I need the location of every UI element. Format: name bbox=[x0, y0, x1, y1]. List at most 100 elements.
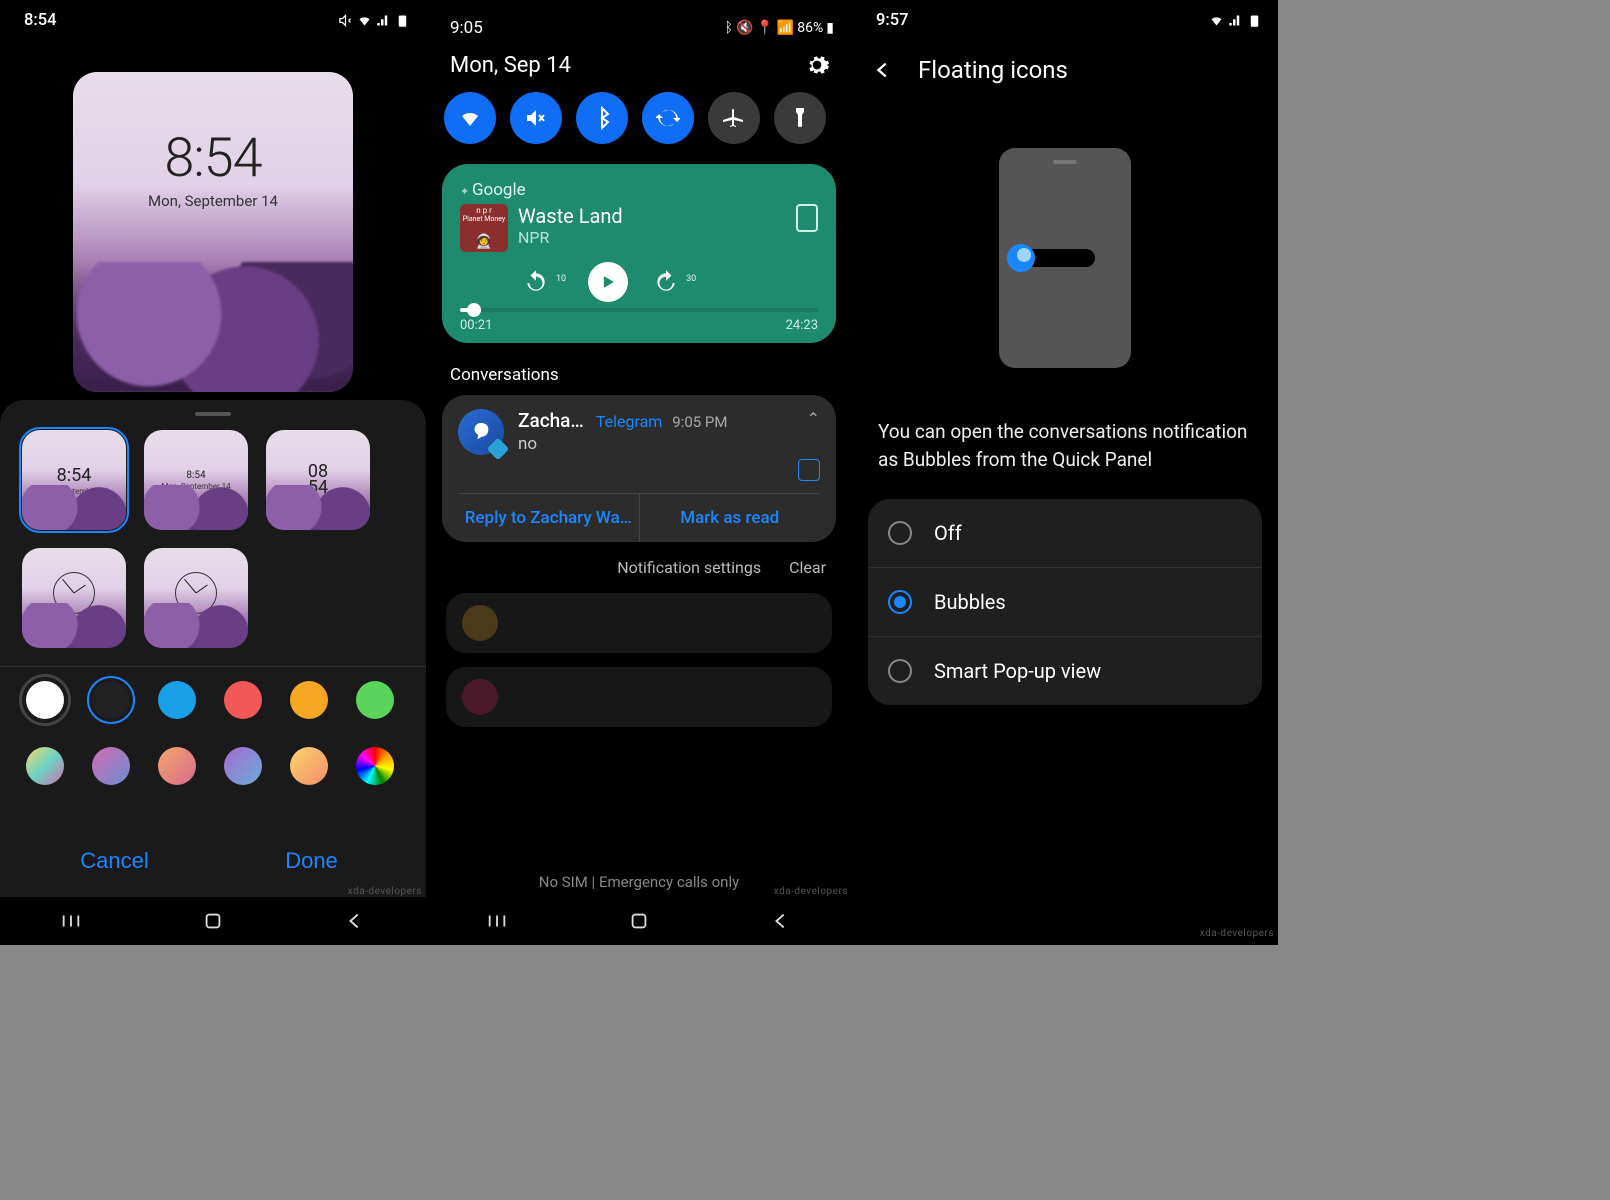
bluetooth-icon: ᛒ bbox=[725, 20, 733, 36]
cast-icon[interactable] bbox=[796, 204, 818, 232]
sheet-grabber[interactable] bbox=[195, 412, 231, 416]
clock-style-3[interactable]: 08 54 bbox=[266, 430, 370, 530]
media-source: Google bbox=[472, 180, 526, 200]
media-artwork: n p r Planet Money 🧑‍🚀 bbox=[460, 204, 508, 252]
lockscreen-preview: 8:54 Mon, September 14 bbox=[73, 72, 353, 392]
qs-autorotate[interactable] bbox=[642, 92, 694, 144]
swatch-gradient-5[interactable] bbox=[290, 747, 328, 785]
nav-bar bbox=[0, 897, 426, 945]
swatch-rainbow[interactable] bbox=[356, 747, 394, 785]
qs-flashlight[interactable] bbox=[774, 92, 826, 144]
status-time: 9:57 bbox=[876, 11, 908, 30]
swatch-red[interactable] bbox=[224, 681, 262, 719]
page-description: You can open the conversations notificat… bbox=[852, 418, 1278, 473]
conversation-notification[interactable]: Zacha… Telegram 9:05 PM no ⌃ Reply to Za… bbox=[442, 395, 836, 542]
home-button[interactable] bbox=[628, 910, 650, 932]
convo-contact: Zacha… bbox=[518, 409, 584, 432]
cancel-button[interactable]: Cancel bbox=[16, 825, 213, 897]
clock-style-sheet: 8:54 Mon, September 14 8:54 Mon, Septemb… bbox=[0, 400, 426, 897]
phone-notification-shade: 9:05 ᛒ 🔇 📍 📶 86% ▮ Mon, Sep 14 ✦ Google … bbox=[426, 0, 852, 945]
clock-style-2[interactable]: 8:54 Mon, September 14 bbox=[144, 430, 248, 530]
elapsed-time: 00:21 bbox=[460, 318, 492, 333]
status-bar: 9:57 bbox=[852, 0, 1278, 32]
option-off[interactable]: Off bbox=[868, 499, 1262, 568]
watermark: xda-developers bbox=[774, 886, 848, 897]
back-icon[interactable] bbox=[872, 59, 894, 81]
clock-style-1[interactable]: 8:54 Mon, September 14 bbox=[22, 430, 126, 530]
lock-date: Mon, September 14 bbox=[148, 192, 278, 210]
status-time: 8:54 bbox=[24, 11, 56, 30]
qs-bluetooth[interactable] bbox=[576, 92, 628, 144]
status-icons: ᛒ 🔇 📍 📶 86% ▮ bbox=[725, 18, 834, 38]
notification-settings-link[interactable]: Notification settings bbox=[617, 558, 761, 577]
qs-airplane[interactable] bbox=[708, 92, 760, 144]
clock-style-thumbs: 8:54 Mon, September 14 8:54 Mon, Septemb… bbox=[16, 430, 410, 648]
reply-button[interactable]: Reply to Zachary Wa… bbox=[458, 494, 640, 542]
location-icon: 📍 bbox=[756, 20, 773, 36]
convo-app: Telegram bbox=[596, 412, 662, 431]
color-swatches bbox=[16, 681, 410, 785]
swatch-gradient-1[interactable] bbox=[26, 747, 64, 785]
swatch-green[interactable] bbox=[356, 681, 394, 719]
status-time: 9:05 bbox=[450, 18, 483, 38]
battery-icon bbox=[395, 13, 410, 28]
rewind-button[interactable] bbox=[520, 266, 552, 298]
page-header: Floating icons bbox=[852, 32, 1278, 108]
media-progress[interactable] bbox=[460, 308, 818, 312]
signal-icon bbox=[1228, 13, 1243, 28]
radio-icon bbox=[888, 521, 912, 545]
swatch-white[interactable] bbox=[26, 681, 64, 719]
option-bubbles[interactable]: Bubbles bbox=[868, 568, 1262, 637]
convo-time: 9:05 PM bbox=[672, 413, 727, 431]
swatch-gradient-4[interactable] bbox=[224, 747, 262, 785]
chevron-up-icon[interactable]: ⌃ bbox=[807, 409, 820, 428]
settings-icon[interactable] bbox=[804, 52, 830, 78]
watermark: xda-developers bbox=[348, 886, 422, 897]
swatch-orange[interactable] bbox=[290, 681, 328, 719]
option-smart-popup[interactable]: Smart Pop-up view bbox=[868, 637, 1262, 705]
radio-icon bbox=[888, 590, 912, 614]
clear-button[interactable]: Clear bbox=[789, 558, 826, 577]
status-bar: 9:05 ᛒ 🔇 📍 📶 86% ▮ bbox=[426, 0, 852, 42]
mark-read-button[interactable]: Mark as read bbox=[640, 494, 821, 542]
phone-floating-icons: 9:57 Floating icons You can open the con… bbox=[852, 0, 1278, 945]
back-button[interactable] bbox=[344, 910, 366, 932]
swatch-gradient-3[interactable] bbox=[158, 747, 196, 785]
shade-date: Mon, Sep 14 bbox=[450, 53, 571, 78]
swatch-black[interactable] bbox=[92, 681, 130, 719]
radio-icon bbox=[888, 659, 912, 683]
bubbles-illustration bbox=[999, 148, 1131, 368]
nav-bar bbox=[426, 897, 852, 945]
shade-footer: Notification settings Clear bbox=[426, 542, 852, 593]
back-button[interactable] bbox=[770, 910, 792, 932]
wifi-icon bbox=[1209, 13, 1224, 28]
swatch-gradient-2[interactable] bbox=[92, 747, 130, 785]
status-icons bbox=[338, 13, 410, 28]
shade-header: Mon, Sep 14 bbox=[426, 42, 852, 92]
mute-icon bbox=[338, 13, 353, 28]
lock-time: 8:54 bbox=[164, 127, 261, 190]
dimmed-background bbox=[426, 593, 852, 727]
swatch-blue[interactable] bbox=[158, 681, 196, 719]
recents-button[interactable] bbox=[486, 910, 508, 932]
battery-icon bbox=[1247, 13, 1262, 28]
home-button[interactable] bbox=[202, 910, 224, 932]
phone-clock-style: 8:54 8:54 Mon, September 14 8:54 Mon, Se… bbox=[0, 0, 426, 945]
clock-style-4[interactable]: Mon, September 14 bbox=[22, 548, 126, 648]
media-artist: NPR bbox=[518, 228, 623, 247]
media-title: Waste Land bbox=[518, 204, 623, 228]
media-player-card: ✦ Google n p r Planet Money 🧑‍🚀 Waste La… bbox=[442, 164, 836, 343]
wifi-icon bbox=[357, 13, 372, 28]
bubble-icon[interactable] bbox=[798, 459, 820, 481]
total-time: 24:23 bbox=[786, 318, 818, 333]
status-icons bbox=[1209, 13, 1262, 28]
qs-mute[interactable] bbox=[510, 92, 562, 144]
recents-button[interactable] bbox=[60, 910, 82, 932]
clock-style-5[interactable]: Mon, September 14 bbox=[144, 548, 248, 648]
status-bar: 8:54 bbox=[0, 0, 426, 32]
forward-button[interactable] bbox=[650, 266, 682, 298]
quick-settings-row bbox=[426, 92, 852, 144]
battery-text: 86% bbox=[797, 20, 823, 36]
play-button[interactable] bbox=[588, 262, 628, 302]
qs-wifi[interactable] bbox=[444, 92, 496, 144]
